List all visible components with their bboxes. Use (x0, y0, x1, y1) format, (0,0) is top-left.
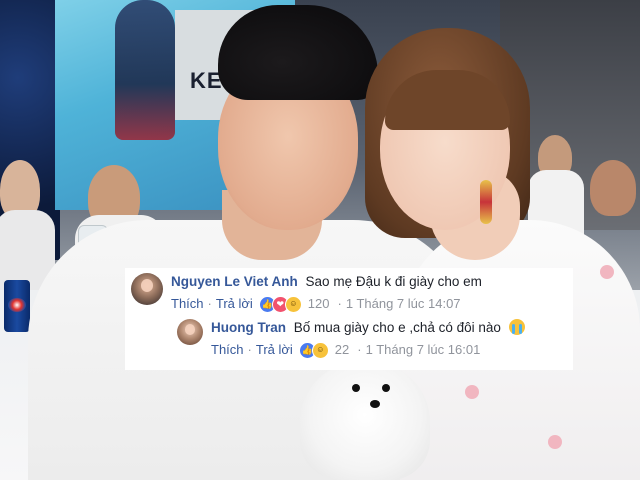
reply-button[interactable]: Trả lời (256, 341, 293, 359)
separator-dot: · (247, 342, 252, 357)
comment-text-line: Huong Tran Bố mua giày cho e ,chả có đôi… (211, 319, 525, 337)
dog-nose (370, 400, 380, 408)
haha-icon: ☺ (311, 341, 329, 359)
dog-eye (352, 384, 360, 392)
background-photo: A KEE (0, 0, 640, 480)
earring (480, 180, 492, 224)
comment-text: Sao mẹ Đậu k đi giày cho em (305, 274, 482, 289)
dress-flower (548, 435, 562, 449)
reply-button[interactable]: Trả lời (216, 295, 253, 313)
reaction-summary[interactable]: 👍 ☺ (298, 341, 329, 359)
separator-dot: · (337, 296, 342, 311)
like-button[interactable]: Thích (211, 341, 244, 359)
reaction-count[interactable]: 22 (335, 341, 349, 359)
dress-flower (600, 265, 614, 279)
comment-actions: Thích · Trả lời 👍 ☺ 22 · 1 Tháng 7 lúc 1… (211, 341, 525, 359)
comment-author[interactable]: Nguyen Le Viet Anh (171, 274, 298, 289)
comment-body: Huong Tran Bố mua giày cho e ,chả có đôi… (211, 319, 525, 359)
reaction-summary[interactable]: 👍 ❤ ☺ (258, 295, 302, 313)
comment-thread: Nguyen Le Viet Anh Sao mẹ Đậu k đi giày … (125, 268, 573, 370)
haha-icon: ☺ (284, 295, 302, 313)
screen-figure (115, 0, 175, 140)
soda-can (4, 280, 30, 332)
separator-dot: · (207, 296, 212, 311)
like-button[interactable]: Thích (171, 295, 204, 313)
dog-eye (382, 384, 390, 392)
comment-author[interactable]: Huong Tran (211, 320, 286, 335)
comment-text: Bố mua giày cho e ,chả có đôi nào (293, 320, 501, 335)
avatar[interactable] (177, 319, 203, 345)
comment-timestamp[interactable]: 1 Tháng 7 lúc 14:07 (346, 295, 461, 313)
white-dog (300, 362, 430, 480)
crying-emoji-icon (508, 319, 525, 335)
comment-actions: Thích · Trả lời 👍 ❤ ☺ 120 · 1 Tháng 7 lú… (171, 295, 482, 313)
reaction-count[interactable]: 120 (308, 295, 330, 313)
separator-dot: · (357, 342, 362, 357)
dress-flower (465, 385, 479, 399)
reply-comment: Huong Tran Bố mua giày cho e ,chả có đôi… (177, 319, 569, 359)
comment-body: Nguyen Le Viet Anh Sao mẹ Đậu k đi giày … (171, 273, 482, 313)
guest-head (590, 160, 636, 216)
comment: Nguyen Le Viet Anh Sao mẹ Đậu k đi giày … (131, 273, 571, 313)
avatar[interactable] (131, 273, 163, 305)
comment-timestamp[interactable]: 1 Tháng 7 lúc 16:01 (366, 341, 481, 359)
comment-text-line: Nguyen Le Viet Anh Sao mẹ Đậu k đi giày … (171, 273, 482, 291)
